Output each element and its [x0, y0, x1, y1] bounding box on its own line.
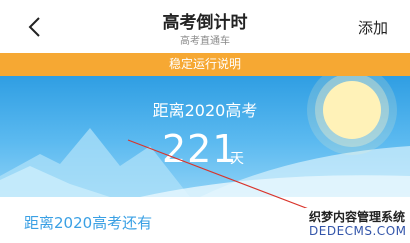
countdown-target-label: 距离2020高考	[152, 101, 258, 120]
watermark: 织梦内容管理系统 DEDECMS.COM	[305, 208, 407, 240]
app-header: 高考倒计时 高考直通车 添加	[0, 0, 410, 53]
countdown-banner: 距离2020高考 221 天	[0, 76, 410, 197]
watermark-line1: 织梦内容管理系统	[309, 210, 406, 224]
days-unit-label: 天	[230, 151, 244, 167]
watermark-line2: DEDECMS.COM	[309, 224, 407, 238]
days-remaining-value: 221	[162, 127, 238, 171]
stability-notice-bar[interactable]: 稳定运行说明	[0, 53, 410, 76]
page-title: 高考倒计时	[162, 13, 248, 33]
section-title: 距离2020高考还有	[24, 214, 153, 232]
add-button[interactable]: 添加	[358, 17, 388, 38]
page-subtitle: 高考直通车	[180, 36, 230, 47]
